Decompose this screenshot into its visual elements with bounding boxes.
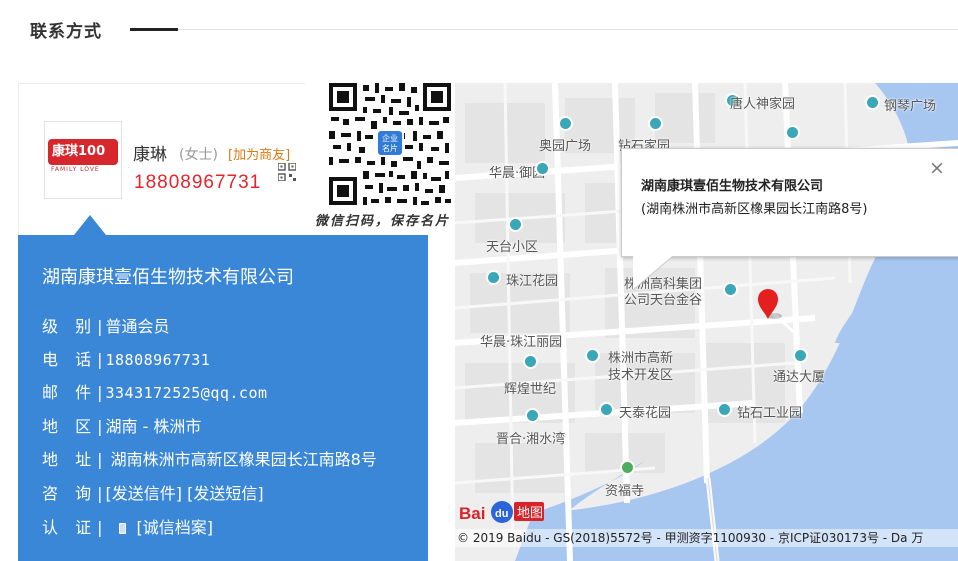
company-logo[interactable]: 康琪100 FAMILY LOVE: [44, 121, 122, 199]
temple-poi-icon: [620, 460, 635, 475]
phone-label: 电 话: [42, 350, 98, 369]
poi-icon: [785, 125, 800, 140]
map-label-kaifaqu-2: 技术开发区: [608, 368, 674, 383]
title-divider: [178, 29, 958, 30]
region-row: 地 区| 湖南 - 株洲市: [42, 413, 201, 437]
svg-text:du: du: [495, 508, 508, 520]
level-value: 普通会员: [105, 317, 170, 336]
address-label: 地 址: [42, 450, 98, 469]
title-accent-bar: [130, 28, 178, 31]
email-value: 3343172525@qq.com: [105, 384, 268, 402]
map-label-tangren: 唐人神家园: [730, 97, 796, 112]
qr-code-icon[interactable]: [278, 163, 296, 181]
svg-text:Bai: Bai: [459, 504, 485, 523]
poi-icon: [585, 348, 600, 363]
email-row: 邮 件| 3343172525@qq.com: [42, 379, 268, 403]
map-label-jinhe: 晋合·湘水湾: [496, 432, 566, 447]
card-pointer: [74, 215, 106, 235]
region-label: 地 区: [42, 417, 98, 436]
add-friend-link[interactable]: [加为商友]: [228, 144, 290, 163]
svg-text:名片: 名片: [382, 143, 398, 153]
level-row: 级 别| 普通会员: [42, 313, 170, 337]
poi-icon: [793, 348, 808, 363]
map-copyright: © 2019 Baidu - GS(2018)5572号 - 甲测资字11009…: [455, 529, 958, 547]
map-label-zifu: 资福寺: [605, 484, 645, 499]
map-label-aoyuan: 奥园广场: [539, 139, 592, 154]
poi-icon: [508, 217, 523, 232]
svg-text:企业: 企业: [382, 133, 398, 143]
map-label-zhujiang: 珠江花园: [506, 274, 559, 289]
separator: |: [97, 350, 103, 369]
separator: |: [97, 484, 103, 503]
wechat-qr-area: 企业 名片 微信扫码，保存名片: [305, 81, 477, 233]
phone-row: 电 话| 18808967731: [42, 346, 210, 370]
address-row: 地 址| 湖南株洲市高新区橡果园长江南路8号: [42, 446, 377, 470]
section-title: 联系方式: [30, 22, 102, 42]
info-panel: 湖南康琪壹佰生物技术有限公司 级 别| 普通会员 电 话| 18808967731 …: [18, 235, 428, 561]
poi-icon: [535, 161, 550, 176]
poi-icon: [648, 116, 663, 131]
phone-value: 18808967731: [105, 351, 211, 369]
map-label-tiantai: 天台小区: [486, 240, 539, 255]
map-label-zuanshi-gongye: 钻石工业园: [737, 406, 803, 421]
section-header: 联系方式: [0, 0, 958, 60]
baidu-map-logo[interactable]: Bai du 地图: [457, 499, 547, 525]
consult-label: 咨 询: [42, 484, 98, 503]
map-label-tiantai-garden: 天泰花园: [619, 406, 672, 421]
popup-tail: [633, 256, 674, 291]
level-label: 级 别: [42, 317, 98, 336]
popup-title: 湖南康琪壹佰生物技术有限公司: [641, 179, 824, 194]
map-label-tongda: 通达大厦: [773, 370, 826, 385]
map-label-huachen-zhujiang: 华晨·珠江丽园: [480, 335, 563, 350]
credit-file-link[interactable]: [诚信档案]: [136, 518, 213, 537]
contact-phone: 18808967731: [134, 172, 262, 193]
send-letter-link[interactable]: [发送信件]: [105, 484, 182, 503]
poi-icon: [599, 402, 614, 417]
map-label-gangqin: 钢琴广场: [884, 99, 937, 114]
poi-icon: [486, 270, 501, 285]
poi-icon: [523, 354, 538, 369]
separator: |: [97, 417, 103, 436]
email-label: 邮 件: [42, 383, 98, 402]
poi-icon: [723, 282, 738, 297]
separator: |: [97, 317, 103, 336]
baidu-map[interactable]: 唐人神家园 钢琴广场 奥园广场 钻石家园 华晨·御园 天台小区 珠江花园 株洲高…: [455, 83, 958, 561]
wechat-qr-code: 企业 名片: [327, 81, 453, 207]
svg-text:地图: 地图: [517, 506, 543, 521]
company-name: 湖南康琪壹佰生物技术有限公司: [42, 267, 294, 288]
contact-name: 康琳: [133, 145, 167, 165]
send-sms-link[interactable]: [发送短信]: [187, 484, 264, 503]
poi-icon: [525, 408, 540, 423]
address-value: 湖南株洲市高新区橡果园长江南路8号: [110, 450, 377, 469]
contact-gender: (女士): [179, 147, 218, 163]
poi-icon: [865, 95, 880, 110]
logo-subtext: FAMILY LOVE: [51, 166, 100, 173]
separator: |: [97, 450, 103, 469]
mobile-verified-icon: [119, 523, 127, 534]
cert-row: 认 证| [诚信档案]: [42, 514, 213, 538]
map-info-window: 湖南康琪壹佰生物技术有限公司 (湖南株洲市高新区橡果园长江南路8号) ×: [621, 148, 958, 257]
separator: |: [97, 383, 103, 402]
cert-label: 认 证: [42, 518, 98, 537]
poi-icon: [558, 116, 573, 131]
map-label-huihuang: 辉煌世纪: [504, 382, 557, 397]
consult-row: 咨 询| [发送信件] [发送短信]: [42, 480, 264, 504]
popup-address: (湖南株洲市高新区橡果园长江南路8号): [641, 202, 868, 217]
qr-caption: 微信扫码，保存名片: [315, 214, 451, 229]
region-value: 湖南 - 株洲市: [105, 417, 202, 436]
close-icon[interactable]: ×: [929, 157, 945, 179]
separator: |: [97, 518, 103, 537]
logo-text: 康琪100: [48, 139, 118, 165]
poi-icon: [717, 402, 732, 417]
location-marker-icon[interactable]: [756, 287, 784, 321]
card-header: 康琪100 FAMILY LOVE 康琳 (女士) [加为商友] 1880896…: [18, 83, 308, 235]
